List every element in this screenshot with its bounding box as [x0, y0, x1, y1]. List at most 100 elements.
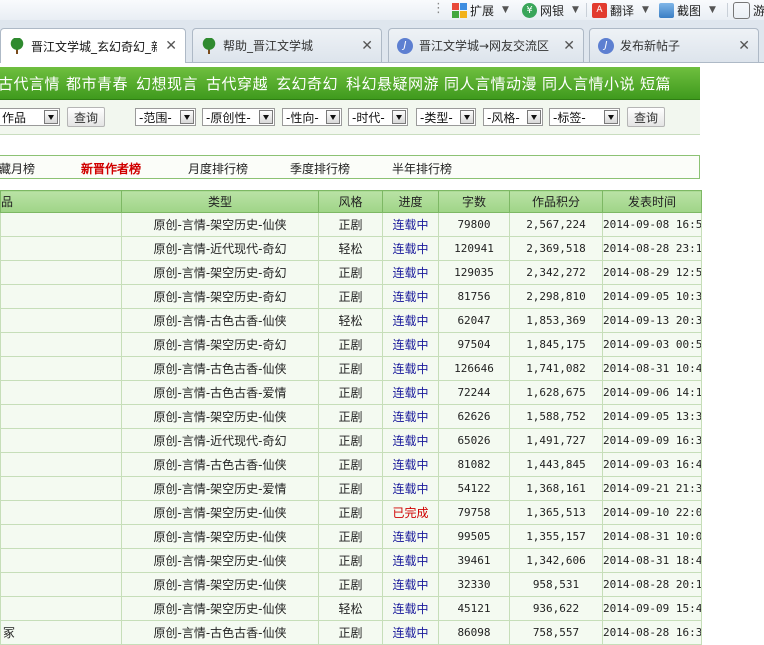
- cell-work-name[interactable]: [0, 572, 122, 597]
- table-row[interactable]: 原创-言情-架空历史-爱情 正剧 连载中 54122 1,368,161 2014-09-…: [0, 476, 702, 501]
- cell-work-name[interactable]: [0, 476, 122, 501]
- cell-work-name[interactable]: [0, 524, 122, 549]
- table-row[interactable]: 原创-言情-架空历史-仙侠 正剧 连载中 99505 1,355,157 2014-08-…: [0, 524, 702, 549]
- chevron-down-icon[interactable]: [604, 110, 618, 124]
- tag-select[interactable]: -标签-: [549, 108, 620, 126]
- bank-button[interactable]: ¥ 网银 ▼: [522, 1, 579, 19]
- game-icon: [733, 1, 750, 19]
- tab-help[interactable]: 帮助_晋江文学城 ✕: [192, 28, 382, 62]
- cell-work-name[interactable]: [0, 356, 122, 381]
- chevron-down-icon[interactable]: [392, 110, 406, 124]
- table-row[interactable]: 冢原创-言情-古色古香-仙侠 正剧 连载中 86098 758,557 2014-08-2…: [0, 620, 702, 645]
- table-row[interactable]: 原创-言情-近代现代-奇幻 轻松 连载中 120941 2,369,518 2014-08…: [0, 236, 702, 261]
- table-row[interactable]: 原创-言情-古色古香-爱情 正剧 连载中 72244 1,628,675 2014-09-…: [0, 380, 702, 405]
- extensions-button[interactable]: 扩展 ▼: [452, 1, 509, 19]
- table-row[interactable]: 原创-言情-架空历史-仙侠 轻松 连载中 45121 936,622 2014-09-09…: [0, 596, 702, 621]
- close-icon[interactable]: ✕: [738, 38, 750, 54]
- table-row[interactable]: 原创-言情-架空历史-仙侠 正剧 连载中 79800 2,567,224 2014-09-…: [0, 212, 702, 237]
- chevron-down-icon[interactable]: ▼: [709, 5, 716, 15]
- cell-work-name[interactable]: 冢: [0, 620, 122, 645]
- cell-work-name[interactable]: [0, 596, 122, 621]
- nav-link-tongren-xiaoshuo[interactable]: 同人言情小说: [542, 73, 635, 94]
- col-header-progress[interactable]: 进度: [382, 190, 439, 213]
- nav-link-huanxiang-xianyan[interactable]: 幻想现言: [136, 73, 198, 94]
- col-header-time[interactable]: 发表时间: [602, 190, 702, 213]
- query-button[interactable]: 查询: [627, 107, 665, 127]
- cell-work-name[interactable]: [0, 332, 122, 357]
- chevron-down-icon[interactable]: ▼: [572, 5, 579, 15]
- chevron-down-icon[interactable]: [326, 110, 340, 124]
- originality-select[interactable]: -原创性-: [202, 108, 275, 126]
- col-header-score[interactable]: 作品积分: [509, 190, 603, 213]
- col-header-type[interactable]: 类型: [121, 190, 319, 213]
- table-row[interactable]: 原创-言情-古色古香-仙侠 正剧 连载中 81082 1,443,845 2014-09-…: [0, 452, 702, 477]
- game-button[interactable]: 游: [733, 1, 764, 19]
- rank-tab-new-author[interactable]: 新晋作者榜: [81, 160, 141, 177]
- chevron-down-icon[interactable]: [180, 110, 194, 124]
- table-row[interactable]: 原创-言情-古色古香-仙侠 正剧 连载中 126646 1,741,082 2014-08…: [0, 356, 702, 381]
- chevron-down-icon[interactable]: [460, 110, 474, 124]
- cell-work-name[interactable]: [0, 404, 122, 429]
- tab-new-post[interactable]: J 发布新帖子 ✕: [589, 28, 759, 62]
- nav-link-gudai-yanqing[interactable]: 古代言情: [0, 73, 60, 94]
- tab-xuanhuan[interactable]: 晋江文学城_玄幻奇幻_新 ✕: [0, 28, 186, 63]
- chevron-down-icon[interactable]: ▼: [642, 5, 649, 15]
- table-row[interactable]: 原创-言情-架空历史-仙侠 正剧 已完成 79758 1,365,513 2014-09-…: [0, 500, 702, 525]
- chevron-down-icon[interactable]: [527, 110, 541, 124]
- rank-tab-half-year[interactable]: 半年排行榜: [392, 160, 452, 177]
- table-row[interactable]: 原创-言情-古色古香-仙侠 轻松 连载中 62047 1,853,369 2014-09-…: [0, 308, 702, 333]
- nav-link-tongren-dongman[interactable]: 同人言情动漫: [444, 73, 537, 94]
- scope-select[interactable]: -范围-: [135, 108, 196, 126]
- nav-link-kehuan-xuanyi[interactable]: 科幻悬疑网游: [346, 73, 439, 94]
- search-button[interactable]: 查询: [67, 107, 105, 127]
- cell-publish-time: 2014-09-13 20:36:29: [602, 308, 702, 333]
- screenshot-button[interactable]: 截图 ▼: [659, 1, 716, 19]
- chevron-down-icon[interactable]: [259, 110, 273, 124]
- tab-forum[interactable]: J 晋江文学城→网友交流区 ✕: [388, 28, 584, 62]
- rank-tab-monthly[interactable]: 月度排行榜: [188, 160, 248, 177]
- rank-tab-quarterly[interactable]: 季度排行榜: [290, 160, 350, 177]
- genre-select[interactable]: -类型-: [416, 108, 476, 126]
- select-value: -标签-: [553, 110, 586, 125]
- table-row[interactable]: 原创-言情-架空历史-仙侠 正剧 连载中 32330 958,531 2014-08-28…: [0, 572, 702, 597]
- table-row[interactable]: 原创-言情-架空历史-奇幻 正剧 连载中 97504 1,845,175 2014-09-…: [0, 332, 702, 357]
- orientation-select[interactable]: -性向-: [282, 108, 342, 126]
- search-type-select[interactable]: 作品: [0, 108, 60, 126]
- cell-work-name[interactable]: [0, 236, 122, 261]
- era-select[interactable]: -时代-: [348, 108, 408, 126]
- col-header-words[interactable]: 字数: [438, 190, 510, 213]
- close-icon[interactable]: ✕: [563, 38, 575, 54]
- rank-tab-collection-monthly[interactable]: 藏月榜: [0, 160, 35, 177]
- chevron-down-icon[interactable]: ▼: [502, 5, 509, 15]
- col-header-style[interactable]: 风格: [318, 190, 383, 213]
- table-row[interactable]: 原创-言情-架空历史-仙侠 正剧 连载中 39461 1,342,606 2014-08-…: [0, 548, 702, 573]
- cell-word-count: 65026: [438, 428, 510, 453]
- close-icon[interactable]: ✕: [165, 38, 177, 54]
- table-row[interactable]: 原创-言情-架空历史-仙侠 正剧 连载中 62626 1,588,752 2014-09-…: [0, 404, 702, 429]
- cell-work-name[interactable]: [0, 452, 122, 477]
- cell-work-name[interactable]: [0, 308, 122, 333]
- cell-work-name[interactable]: [0, 380, 122, 405]
- nav-link-dushi-qingchun[interactable]: 都市青春: [66, 73, 128, 94]
- close-icon[interactable]: ✕: [361, 38, 373, 54]
- col-header-work[interactable]: 品: [0, 190, 122, 213]
- nav-link-gudai-chuanyue[interactable]: 古代穿越: [206, 73, 268, 94]
- table-row[interactable]: 原创-言情-架空历史-奇幻 正剧 连载中 129035 2,342,272 2014-08…: [0, 260, 702, 285]
- cell-work-name[interactable]: [0, 500, 122, 525]
- select-value: -原创性-: [206, 110, 251, 125]
- translate-button[interactable]: A 翻译 ▼: [592, 1, 649, 19]
- cell-work-name[interactable]: [0, 212, 122, 237]
- nav-link-duanpian[interactable]: 短篇: [640, 73, 671, 94]
- more-dots-icon[interactable]: ⋮: [432, 1, 445, 16]
- cell-style: 正剧: [318, 428, 383, 453]
- cell-work-name[interactable]: [0, 260, 122, 285]
- table-row[interactable]: 原创-言情-架空历史-奇幻 正剧 连载中 81756 2,298,810 2014-09-…: [0, 284, 702, 309]
- cell-work-name[interactable]: [0, 548, 122, 573]
- cell-work-name[interactable]: [0, 284, 122, 309]
- cell-work-name[interactable]: [0, 428, 122, 453]
- style-select[interactable]: -风格-: [483, 108, 543, 126]
- cell-score: 936,622: [509, 596, 603, 621]
- nav-link-xuanhuan-qihuan[interactable]: 玄幻奇幻: [276, 73, 338, 94]
- table-row[interactable]: 原创-言情-近代现代-奇幻 正剧 连载中 65026 1,491,727 2014-09-…: [0, 428, 702, 453]
- chevron-down-icon[interactable]: [44, 110, 58, 124]
